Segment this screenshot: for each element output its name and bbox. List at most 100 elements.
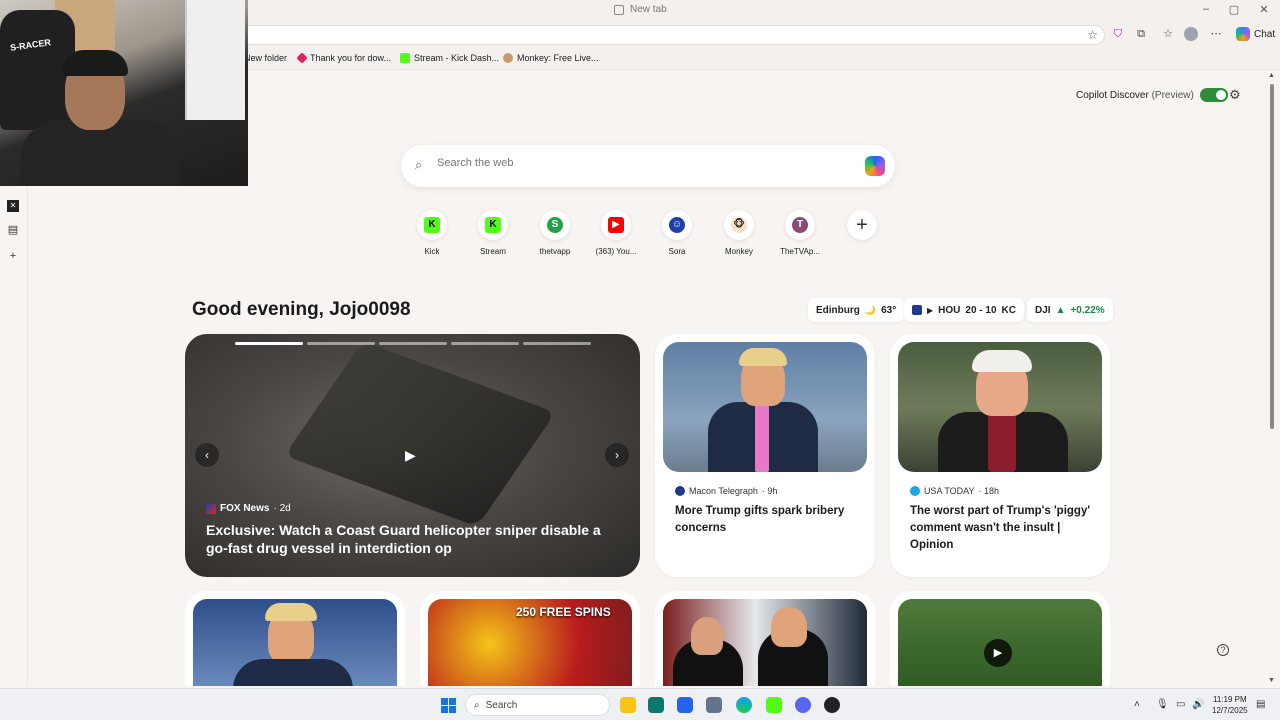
quick-link-sora[interactable]: ☺ Sora	[647, 210, 707, 256]
restore-button[interactable]: ▢	[1224, 3, 1244, 16]
system-clock[interactable]: 11:19 PM 12/7/2025	[1212, 694, 1248, 716]
settings-gear-icon[interactable]: ⚙	[1229, 87, 1241, 103]
search-icon: ⌕	[415, 157, 423, 172]
score-widget[interactable]: ▶ HOU 20 - 10 KC	[904, 298, 1024, 322]
file-explorer-icon[interactable]	[620, 697, 636, 713]
quick-link-icon: S	[547, 217, 563, 233]
news-card[interactable]: Macon Telegraph · 9h More Trump gifts sp…	[655, 334, 875, 577]
quick-link-thetvapp[interactable]: Sthetvapp	[525, 210, 585, 256]
moon-icon: 🌙	[864, 304, 877, 315]
quick-link-kick[interactable]: K Kick	[402, 210, 462, 256]
outlook-icon[interactable]	[677, 697, 693, 713]
video-card[interactable]: ▶	[890, 591, 1110, 686]
page-scrollbar[interactable]: ▲ ▼	[1268, 72, 1276, 684]
card-headline[interactable]: The worst part of Trump's 'piggy' commen…	[910, 503, 1095, 554]
hero-source: FOX News · 2d	[206, 503, 291, 514]
source-logo-icon	[910, 486, 920, 496]
profile-avatar[interactable]	[1184, 27, 1198, 41]
news-card[interactable]	[185, 591, 405, 686]
hero-image-boat	[284, 341, 556, 527]
monkey-icon	[503, 53, 513, 63]
tab-title: New tab	[630, 4, 667, 15]
more-menu-icon[interactable]: ⋯	[1208, 26, 1224, 42]
ad-card[interactable]: 250 FREE SPINS	[420, 591, 640, 686]
quick-link-label: thetvapp	[539, 247, 571, 256]
news-card[interactable]: USA TODAY · 18h The worst part of Trump'…	[890, 334, 1110, 577]
favorites-icon[interactable]: ☆	[1160, 26, 1176, 42]
extension-shield-icon[interactable]: ⛉	[1110, 26, 1126, 42]
fox-news-icon	[206, 503, 216, 514]
news-card[interactable]	[655, 591, 875, 686]
quick-link-363-you[interactable]: ▶ (363) You...	[586, 210, 646, 256]
bookmark-monkey[interactable]: Monkey: Free Live...	[503, 53, 599, 63]
minimize-button[interactable]: –	[1196, 3, 1216, 15]
discord-icon[interactable]	[795, 697, 811, 713]
card-headline[interactable]: More Trump gifts spark bribery concerns	[675, 503, 860, 537]
ad-image: 250 FREE SPINS	[428, 599, 632, 686]
webcam-person-hair	[62, 50, 128, 76]
favorite-star-icon[interactable]: ☆	[1087, 28, 1098, 42]
copilot-discover-label: Copilot Discover	[1076, 89, 1149, 101]
hero-news-card[interactable]: ‹ › ▶ FOX News · 2d Exclusive: Watch a C…	[185, 334, 640, 577]
obs-icon[interactable]	[824, 697, 840, 713]
stock-widget[interactable]: DJI ▲ +0.22%	[1027, 298, 1113, 322]
weather-widget[interactable]: Edinburg 🌙 63°	[808, 298, 905, 322]
greeting: Good evening, Jojo0098	[192, 299, 411, 320]
active-tab[interactable]: New tab	[614, 4, 667, 15]
quick-link-monkey[interactable]: 🐵 Monkey	[709, 210, 769, 256]
quick-link-label: Stream	[480, 247, 506, 256]
notification-icon[interactable]: ▤	[1256, 699, 1265, 710]
quick-link-icon: K	[424, 217, 440, 233]
quick-link-thetvap[interactable]: T TheTVAp...	[770, 210, 830, 256]
taskbar-search[interactable]: ⌕ Search	[465, 694, 610, 716]
copilot-chat-icon	[1236, 27, 1250, 41]
web-search-box[interactable]: ⌕	[401, 145, 895, 187]
taskbar: ⌕ Search ˄ 🎙 ▭ 🔊 11:19 PM 12/7/2025 ▤	[0, 688, 1280, 720]
rail-news-icon[interactable]: ▤	[7, 224, 19, 236]
plus-icon: +	[856, 214, 868, 236]
webcam-overlay: S-RACER	[0, 0, 248, 186]
store-icon[interactable]	[648, 697, 664, 713]
quick-link-label: Kick	[424, 247, 440, 256]
video-play-button[interactable]: ▶	[984, 639, 1012, 667]
scrollbar-thumb[interactable]	[1270, 84, 1274, 429]
scroll-down-icon[interactable]: ▼	[1268, 677, 1275, 684]
close-button[interactable]: ✕	[1254, 3, 1274, 16]
address-bar[interactable]: ☆	[240, 25, 1105, 45]
bookmark-thank-you[interactable]: Thank you for dow...	[296, 52, 391, 64]
network-icon[interactable]: ▭	[1176, 699, 1185, 710]
kick-app-icon[interactable]	[766, 697, 782, 713]
news-image	[193, 599, 397, 686]
microphone-icon[interactable]: 🎙	[1156, 699, 1169, 710]
add-shortcut[interactable]: +	[832, 210, 892, 240]
bookmark-favicon	[296, 52, 308, 64]
play-icon: ▶	[927, 305, 934, 315]
bookmark-stream-kick[interactable]: Stream - Kick Dash...	[400, 53, 499, 63]
help-icon[interactable]: ?	[1217, 644, 1229, 656]
hero-headline[interactable]: Exclusive: Watch a Coast Guard helicopte…	[206, 521, 616, 557]
extensions-puzzle-icon[interactable]: ⧉	[1133, 26, 1149, 42]
carousel-prev-button[interactable]: ‹	[195, 443, 219, 467]
start-button[interactable]	[441, 698, 456, 713]
copilot-preview-label: (Preview)	[1151, 89, 1194, 101]
copilot-icon[interactable]	[865, 156, 885, 176]
carousel-next-button[interactable]: ›	[605, 443, 629, 467]
quick-link-stream[interactable]: K Stream	[463, 210, 523, 256]
carousel-indicators	[235, 342, 591, 345]
volume-icon[interactable]: 🔊	[1192, 699, 1204, 710]
quick-link-icon: ☺	[669, 217, 685, 233]
webcam-door	[185, 0, 245, 120]
rail-add-icon[interactable]: +	[7, 250, 19, 262]
tray-overflow-icon[interactable]: ˄	[1134, 699, 1140, 710]
app-icon[interactable]	[706, 697, 722, 713]
rail-app-icon[interactable]: ✕	[7, 200, 19, 212]
scroll-up-icon[interactable]: ▲	[1268, 72, 1275, 79]
edge-icon[interactable]	[736, 697, 752, 713]
copilot-discover-toggle[interactable]	[1199, 88, 1228, 102]
search-input[interactable]	[437, 157, 837, 169]
side-rail: ✕ ▤ +	[0, 186, 28, 686]
quick-link-label: Sora	[668, 247, 686, 256]
card-source: Macon Telegraph · 9h	[675, 486, 777, 496]
video-play-icon[interactable]: ▶	[405, 447, 416, 464]
chat-button[interactable]: Chat	[1230, 25, 1280, 43]
